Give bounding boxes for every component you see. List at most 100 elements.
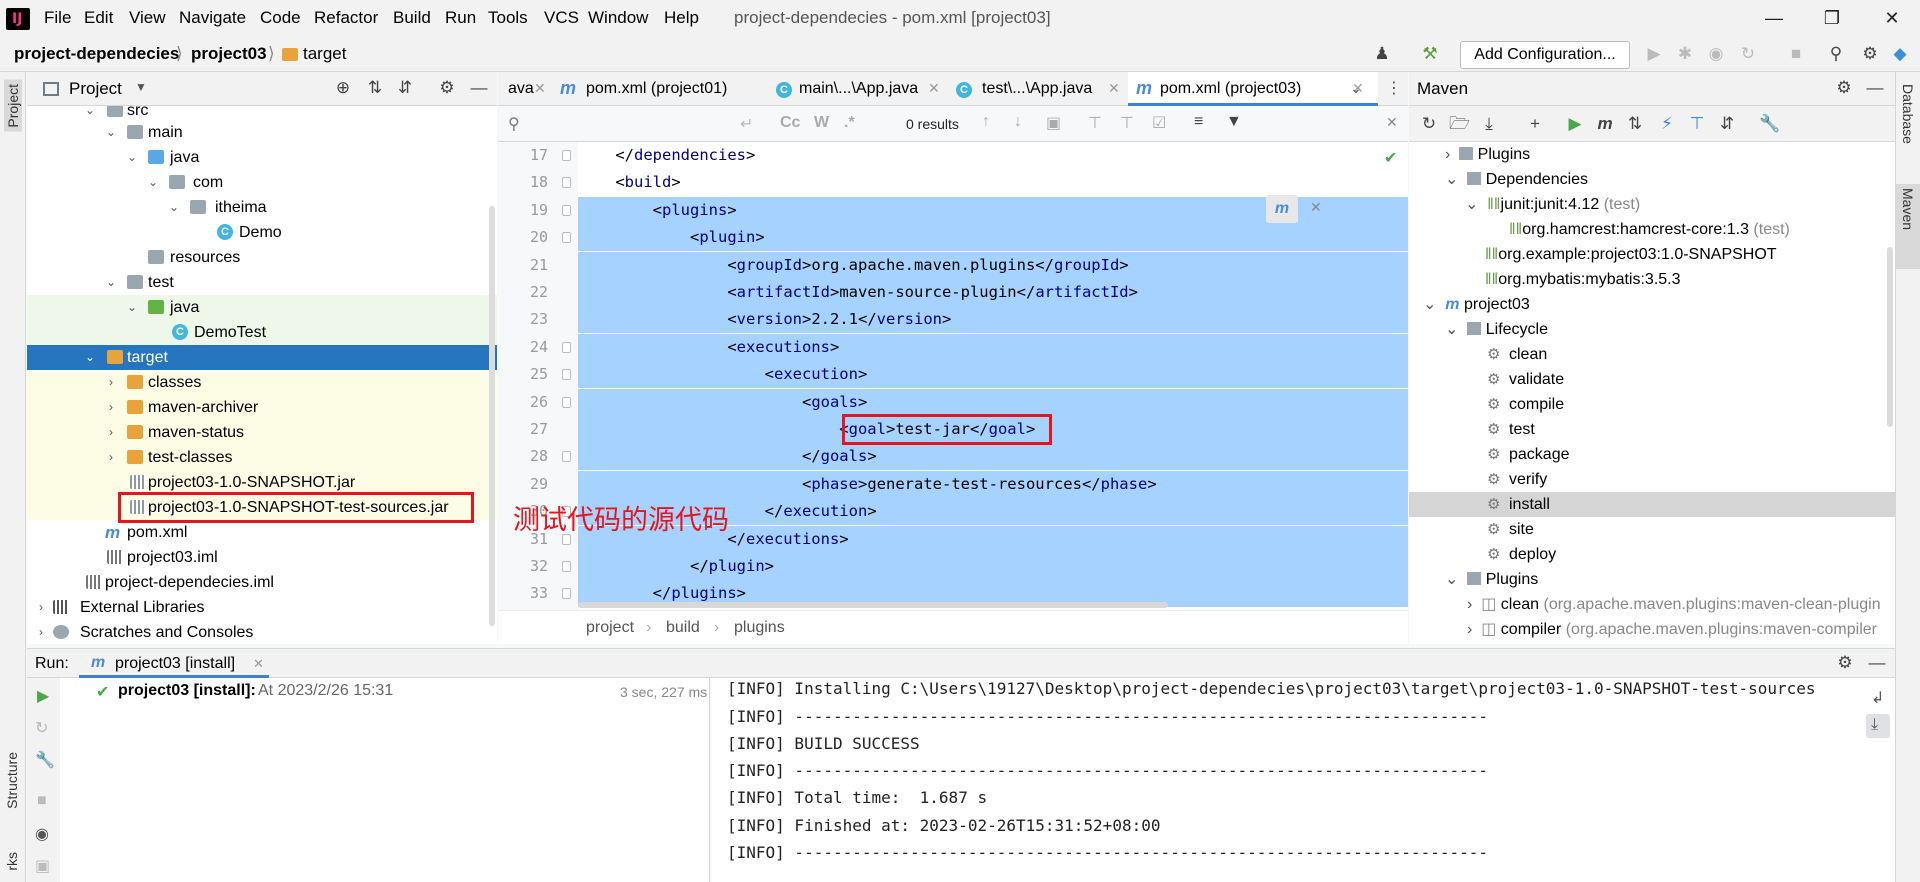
menu-tools[interactable]: Tools (488, 8, 528, 28)
add-occurrence-icon[interactable]: ⊤ (1088, 113, 1102, 133)
next-occurrence-icon[interactable]: ↓ (1014, 113, 1022, 131)
tree-item-demotest[interactable]: C DemoTest (27, 320, 497, 345)
tree-item-scratches[interactable]: › Scratches and Consoles (27, 620, 497, 644)
reload-icon[interactable]: ↻ (1419, 115, 1439, 133)
bookmarks-tool-tab[interactable]: rks (4, 852, 20, 871)
toggle-offline-icon[interactable]: ⇅ (1625, 115, 1645, 133)
structure-tool-tab[interactable]: Structure (4, 752, 20, 809)
maven-item-plugins[interactable]: › Plugins (1445, 142, 1530, 167)
maven-tool-tab[interactable]: Maven (1900, 188, 1916, 230)
gear-icon[interactable]: ⚙ (1835, 654, 1855, 672)
breadcrumb-plugins[interactable]: plugins (734, 619, 785, 637)
scroll-to-end-icon[interactable]: ⤓ (1871, 716, 1878, 734)
code-line[interactable]: <artifactId>maven-source-plugin</artifac… (578, 279, 1408, 306)
menu-code[interactable]: Code (260, 8, 301, 28)
match-case-toggle[interactable]: Cc (780, 114, 800, 132)
tree-item-test-classes[interactable]: › test-classes (27, 445, 497, 470)
maven-item-junit[interactable]: ⌄ ‖‖junit:junit:4.12 (test) (1465, 192, 1640, 217)
add-icon[interactable]: + (1525, 115, 1545, 133)
close-window-icon[interactable]: ✕ (1872, 2, 1912, 34)
database-tool-tab[interactable]: Database (1900, 84, 1916, 144)
run-item-title[interactable]: project03 [install]: (118, 682, 256, 700)
breadcrumb-root[interactable]: project-dependecies (14, 44, 179, 64)
hide-icon[interactable]: — (1865, 79, 1885, 97)
tree-item-external-libraries[interactable]: › External Libraries (27, 595, 497, 620)
code-line[interactable]: <plugin> (578, 224, 1408, 252)
tree-item-main[interactable]: ⌄ main (27, 120, 497, 145)
tree-item-project03-iml[interactable]: project03.iml (27, 545, 497, 570)
maven-goal-clean[interactable]: ⚙ clean (1487, 342, 1547, 367)
add-folder-icon[interactable]: 🗁 (1449, 115, 1470, 133)
breadcrumb-build[interactable]: build (666, 619, 700, 637)
tree-item-java[interactable]: ⌄ java (27, 145, 497, 170)
stop-icon[interactable]: ■ (1786, 45, 1806, 63)
select-all-occurrences-icon[interactable]: ☑ (1152, 113, 1166, 133)
eye-icon[interactable]: ◉ (35, 824, 49, 844)
menu-help[interactable]: Help (664, 8, 699, 28)
code-editor[interactable]: </dependencies> <build> <plugins> <plugi… (578, 142, 1408, 610)
execute-goal-icon[interactable]: m (1595, 115, 1615, 133)
console-output[interactable]: [INFO] Installing C:\Users\19127\Desktop… (711, 678, 1861, 882)
profile-icon[interactable]: ↻ (1738, 45, 1758, 63)
maven-goal-test[interactable]: ⚙ test (1487, 417, 1535, 442)
coverage-icon[interactable]: ◉ (1706, 45, 1726, 63)
close-icon[interactable]: ✕ (1310, 199, 1322, 216)
gear-icon[interactable]: ⚙ (437, 79, 457, 97)
rerun-icon[interactable]: ▶ (37, 686, 49, 706)
load-maven-changes-icon[interactable]: m (1266, 195, 1298, 223)
tree-item-itheima[interactable]: ⌄ itheima (27, 195, 497, 220)
search-icon[interactable]: ⚲ (508, 114, 520, 134)
collapse-all-icon[interactable]: ⇵ (1717, 115, 1737, 133)
gear-icon[interactable]: ⚙ (1834, 79, 1854, 97)
code-line[interactable]: <phase>generate-test-resources</phase> (578, 470, 1408, 498)
tree-item-test-java[interactable]: ⌄ java (27, 295, 497, 320)
fold-marker[interactable] (562, 150, 571, 161)
tree-item-root-iml[interactable]: project-dependecies.iml (27, 570, 497, 595)
close-icon[interactable]: ✕ (534, 80, 546, 97)
download-icon[interactable]: ⤓ (1479, 115, 1499, 133)
code-line[interactable]: <execution> (578, 361, 1408, 389)
run-icon[interactable]: ▶ (1644, 45, 1664, 63)
expand-all-icon[interactable]: ⇅ (365, 79, 385, 97)
words-toggle[interactable]: W (814, 114, 829, 132)
remove-occurrence-icon[interactable]: ⊤ (1120, 113, 1134, 133)
maven-item-project03-dep[interactable]: ‖‖org.example:project03:1.0-SNAPSHOT (1485, 242, 1777, 267)
fold-marker[interactable] (562, 451, 571, 463)
tree-item-maven-status[interactable]: › maven-status (27, 420, 497, 445)
menu-run[interactable]: Run (445, 8, 476, 28)
code-line[interactable]: <executions> (578, 333, 1408, 361)
search-icon[interactable]: ⚲ (1826, 45, 1846, 63)
tab-test-app[interactable]: test\...\App.java (982, 72, 1092, 106)
code-line[interactable]: </goals> (578, 443, 1408, 471)
select-all-icon[interactable]: ▣ (1046, 113, 1061, 133)
fold-marker[interactable] (562, 232, 571, 244)
maven-goal-verify[interactable]: ⚙ verify (1487, 467, 1547, 492)
menu-build[interactable]: Build (393, 8, 431, 28)
breadcrumb-project[interactable]: project (586, 619, 634, 637)
code-line[interactable]: <build> (578, 169, 1408, 196)
tree-item-maven-archiver[interactable]: › maven-archiver (27, 395, 497, 420)
menu-navigate[interactable]: Navigate (179, 8, 246, 28)
debug-icon[interactable]: ✱ (1675, 45, 1695, 63)
code-line[interactable]: </plugin> (578, 553, 1408, 580)
menu-edit[interactable]: Edit (84, 8, 113, 28)
maven-item-mybatis[interactable]: ‖‖org.mybatis:mybatis:3.5.3 (1485, 267, 1681, 292)
menu-refactor[interactable]: Refactor (314, 8, 378, 28)
maven-goal-package[interactable]: ⚙ package (1487, 442, 1570, 467)
tab-list-chevron-icon[interactable]: ⌄ (1350, 80, 1362, 97)
code-line[interactable]: <version>2.2.1</version> (578, 306, 1408, 334)
soft-wrap-icon[interactable]: ↲ (1871, 688, 1884, 708)
toolbox-icon[interactable]: ◆ (1890, 45, 1910, 63)
locate-icon[interactable]: ⊕ (333, 79, 353, 97)
maven-goal-deploy[interactable]: ⚙ deploy (1487, 542, 1556, 567)
horizontal-scrollbar[interactable] (578, 602, 1168, 608)
collapse-all-icon[interactable]: ⇵ (395, 79, 415, 97)
tree-item-com[interactable]: ⌄ com (27, 170, 497, 195)
user-icon[interactable]: ♟ (1372, 45, 1392, 63)
hide-icon[interactable]: — (1867, 654, 1887, 672)
fold-marker[interactable] (562, 204, 571, 216)
maven-scrollbar[interactable] (1887, 247, 1893, 427)
tree-item-target[interactable]: ⌄ target (27, 345, 497, 370)
breadcrumb-module[interactable]: project03 (191, 44, 267, 64)
maven-goal-site[interactable]: ⚙ site (1487, 517, 1534, 542)
